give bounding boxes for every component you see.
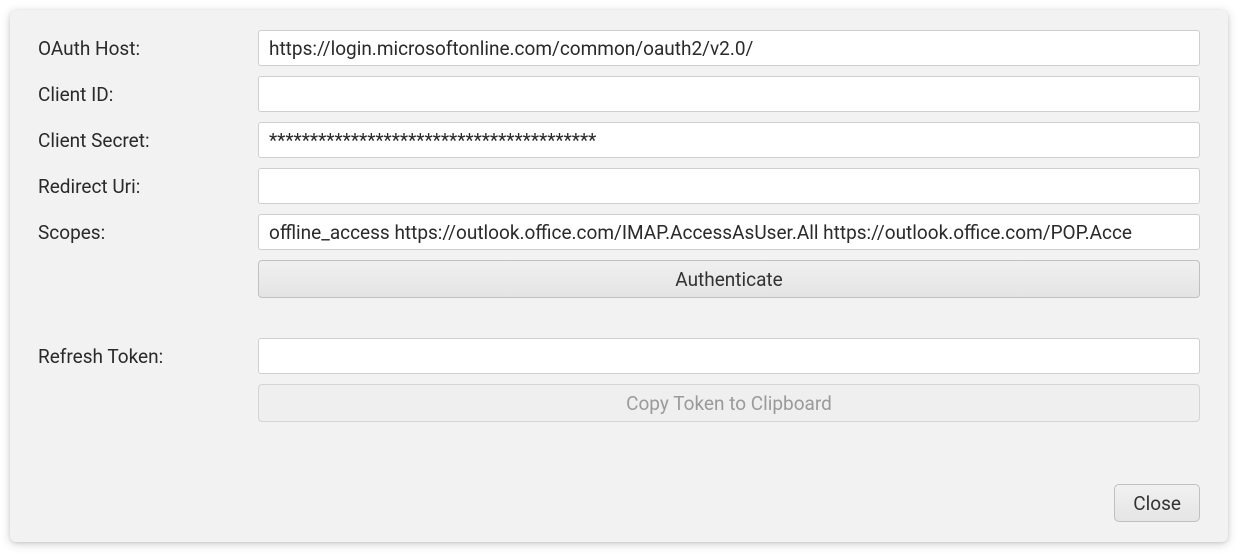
oauth-host-row: OAuth Host:	[38, 30, 1200, 66]
oauth-host-input[interactable]	[258, 30, 1200, 66]
refresh-token-row: Refresh Token:	[38, 338, 1200, 374]
scopes-input[interactable]	[258, 214, 1200, 250]
close-button[interactable]: Close	[1114, 484, 1200, 522]
client-secret-row: Client Secret:	[38, 122, 1200, 158]
redirect-uri-label: Redirect Uri:	[38, 175, 258, 198]
authenticate-button[interactable]: Authenticate	[258, 260, 1200, 298]
oauth-host-label: OAuth Host:	[38, 37, 258, 60]
redirect-uri-input[interactable]	[258, 168, 1200, 204]
copy-token-button[interactable]: Copy Token to Clipboard	[258, 384, 1200, 422]
oauth-config-dialog: OAuth Host: Client ID: Client Secret: Re…	[10, 10, 1228, 542]
dialog-footer: Close	[1114, 484, 1200, 522]
redirect-uri-row: Redirect Uri:	[38, 168, 1200, 204]
copy-token-row: Copy Token to Clipboard	[38, 384, 1200, 422]
refresh-token-input[interactable]	[258, 338, 1200, 374]
client-secret-input[interactable]	[258, 122, 1200, 158]
scopes-label: Scopes:	[38, 221, 258, 244]
client-id-row: Client ID:	[38, 76, 1200, 112]
scopes-row: Scopes:	[38, 214, 1200, 250]
client-id-input[interactable]	[258, 76, 1200, 112]
client-secret-label: Client Secret:	[38, 129, 258, 152]
refresh-token-label: Refresh Token:	[38, 345, 258, 368]
client-id-label: Client ID:	[38, 83, 258, 106]
authenticate-row: Authenticate	[38, 260, 1200, 298]
